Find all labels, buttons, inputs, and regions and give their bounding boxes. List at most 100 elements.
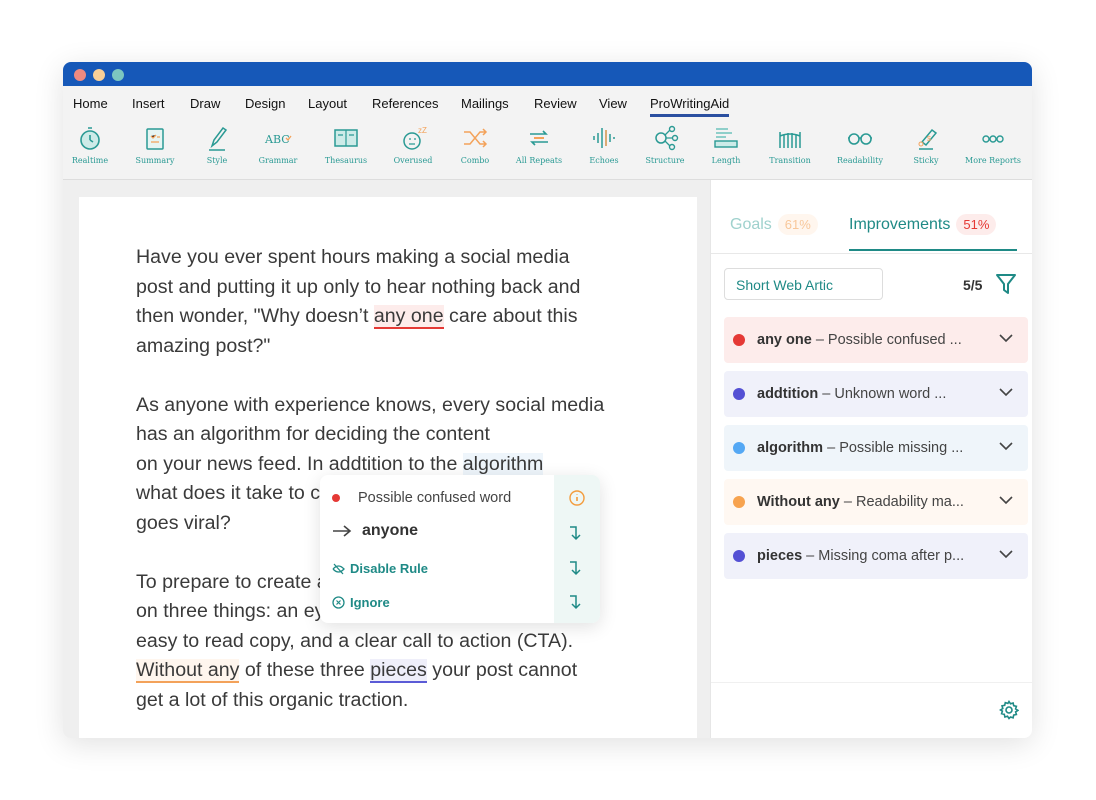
toolbar-sticky-button[interactable]: $ Sticky: [891, 124, 961, 165]
length-icon: [714, 128, 738, 148]
apply-arrow-icon[interactable]: [569, 525, 583, 541]
arrow-right-icon: [333, 525, 352, 537]
issue-word: algorithm: [757, 440, 824, 456]
issue-dot-icon: [733, 550, 745, 562]
issue-description: Unknown word ...: [834, 386, 947, 402]
menu-references[interactable]: References: [372, 96, 438, 111]
grammar-icon: ABC: [264, 133, 292, 146]
chevron-down-icon[interactable]: [998, 492, 1014, 508]
disable-rule-button[interactable]: Disable Rule: [332, 561, 428, 576]
chevron-down-icon[interactable]: [998, 546, 1014, 562]
tab-goals[interactable]: Goals 61%: [730, 214, 818, 235]
suggestion-anyone[interactable]: anyone: [332, 522, 418, 540]
text-segment: care about this: [443, 305, 578, 327]
svg-text:$: $: [927, 136, 931, 143]
issue-word: Without any: [757, 494, 840, 510]
menu-draw[interactable]: Draw: [190, 96, 220, 111]
toolbar-thesaurus-button[interactable]: Thesaurus: [311, 124, 381, 165]
toolbar-more-reports-button[interactable]: More Reports: [958, 124, 1028, 165]
svg-text:zZ: zZ: [418, 126, 427, 135]
text-segment: your post cannot: [426, 659, 578, 681]
document-area: Have you ever spent hours making a socia…: [63, 180, 710, 738]
issue-dot-icon: [733, 334, 745, 346]
menu-home[interactable]: Home: [73, 96, 108, 111]
issue-separator: –: [839, 494, 856, 510]
app-window: Home Insert Draw Design Layout References Mail…: [63, 62, 1032, 738]
more-reports-icon: [982, 135, 1004, 143]
toolbar-label: Transition: [769, 156, 811, 165]
issue-dot-icon: [733, 388, 745, 400]
issue-card[interactable]: Without any – Readability ma...: [724, 479, 1028, 525]
text-segment: on your news feed. In addtition to the: [136, 452, 463, 475]
issue-card[interactable]: any one – Possible confused ...: [724, 317, 1028, 363]
toolbar-readability-button[interactable]: Readability: [825, 124, 895, 165]
divider: [711, 253, 1032, 254]
transition-icon: [779, 132, 801, 148]
menu-layout[interactable]: Layout: [308, 96, 347, 111]
apply-arrow-icon[interactable]: [569, 594, 583, 610]
red-dot-icon: [332, 494, 340, 502]
menu-insert[interactable]: Insert: [132, 96, 165, 111]
issue-separator: –: [811, 332, 828, 348]
menu-mailings[interactable]: Mailings: [461, 96, 509, 111]
issue-description: Readability ma...: [855, 494, 964, 510]
settings-gear-icon[interactable]: [999, 700, 1019, 720]
sidebar: Goals 61% Improvements 51% Short Web Artic…: [710, 180, 1032, 738]
menu-design[interactable]: Design: [245, 96, 285, 111]
chevron-down-icon[interactable]: [998, 384, 1014, 400]
document-page[interactable]: Have you ever spent hours making a socia…: [79, 197, 697, 738]
toolbar-label: Thesaurus: [324, 156, 368, 165]
issue-dot-icon: [733, 496, 745, 508]
toolbar-label: Style: [206, 156, 228, 165]
issue-separator: –: [802, 548, 819, 564]
issue-separator: –: [818, 386, 835, 402]
text-segment: has an algorithm for deciding the conten…: [136, 423, 490, 445]
issue-card[interactable]: algorithm – Possible missing ...: [724, 425, 1028, 471]
document-type-select[interactable]: Short Web Artic: [724, 268, 883, 300]
menu-prowritingaid[interactable]: ProWritingAid: [650, 96, 730, 117]
eye-off-icon: [332, 563, 345, 574]
toolbar-combo-button[interactable]: Combo: [440, 124, 510, 165]
paragraph: Have you ever spent hours making a socia…: [136, 243, 604, 361]
toolbar-realtime-button[interactable]: Realtime: [63, 124, 125, 165]
info-icon[interactable]: [569, 490, 585, 506]
thesaurus-icon: [334, 129, 358, 147]
toolbar-summary-button[interactable]: Summary: [120, 124, 190, 165]
suggestion-popup: Possible confused word anyone Disable Ru…: [320, 475, 600, 623]
minimize-window-button[interactable]: [93, 69, 105, 81]
close-window-button[interactable]: [74, 69, 86, 81]
apply-arrow-icon[interactable]: [569, 560, 583, 576]
style-icon: [209, 126, 228, 151]
maximize-window-button[interactable]: [112, 69, 124, 81]
toolbar-label: Grammar: [258, 156, 298, 165]
highlighted-issue[interactable]: any one: [373, 305, 444, 329]
text-segment: amazing post?": [136, 334, 271, 357]
toolbar-structure-button[interactable]: Structure: [630, 124, 700, 165]
toolbar-echoes-button[interactable]: Echoes: [569, 124, 639, 165]
text-segment: easy to read copy, and a clear call to a…: [136, 629, 574, 652]
toolbar-length-button[interactable]: Length: [691, 124, 761, 165]
tab-improvements[interactable]: Improvements 51%: [849, 214, 1017, 251]
filter-icon[interactable]: [995, 273, 1017, 295]
menu-review[interactable]: Review: [534, 96, 577, 111]
toolbar-style-button[interactable]: Style: [182, 124, 252, 165]
issue-dot-icon: [733, 442, 745, 454]
popup-title: Possible confused word: [358, 490, 512, 506]
svg-text:ABC: ABC: [264, 133, 290, 146]
ignore-button[interactable]: Ignore: [332, 595, 390, 610]
chevron-down-icon[interactable]: [998, 438, 1014, 454]
issue-card[interactable]: addtition – Unknown word ...: [724, 371, 1028, 417]
highlighted-issue[interactable]: pieces: [370, 659, 427, 683]
highlighted-issue[interactable]: algorithm: [462, 452, 544, 477]
realtime-icon: [80, 127, 100, 150]
toolbar-overused-button[interactable]: zZ Overused: [378, 124, 448, 165]
issue-card[interactable]: pieces – Missing coma after p...: [724, 533, 1028, 579]
toolbar-all-repeats-button[interactable]: All Repeats: [504, 124, 574, 165]
highlighted-issue[interactable]: Without any: [136, 659, 240, 683]
menu-view[interactable]: View: [599, 96, 627, 111]
tab-goals-label: Goals: [730, 216, 772, 233]
toolbar-label: Realtime: [71, 156, 109, 165]
chevron-down-icon[interactable]: [998, 330, 1014, 346]
toolbar-grammar-button[interactable]: ABC Grammar: [243, 124, 313, 165]
toolbar-transition-button[interactable]: Transition: [755, 124, 825, 165]
